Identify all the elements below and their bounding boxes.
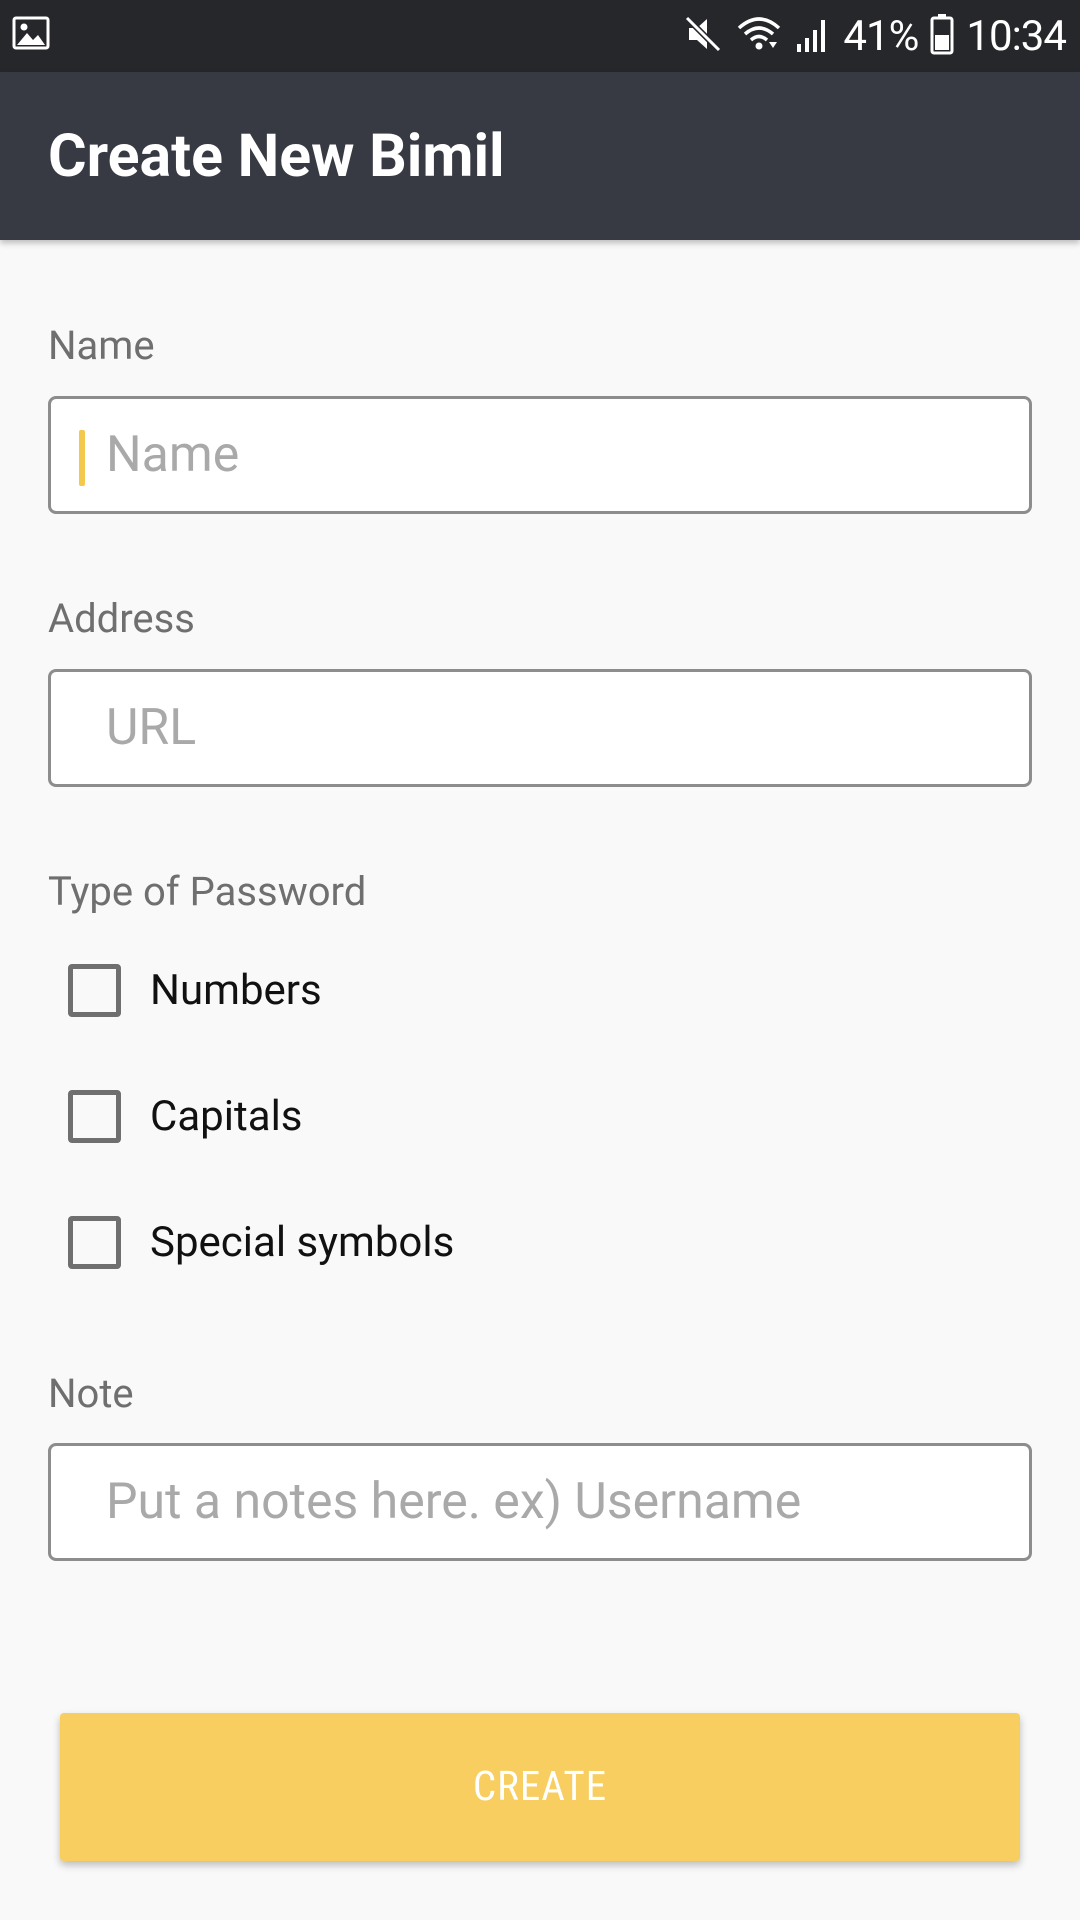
capitals-checkbox[interactable] [68, 1089, 121, 1143]
signal-icon [795, 14, 831, 58]
numbers-label: Numbers [150, 965, 322, 1015]
battery-percent: 41% [843, 11, 919, 61]
note-label: Note [48, 1370, 134, 1417]
password-type-label: Type of Password [48, 868, 367, 915]
name-label: Name [48, 322, 155, 369]
special-symbols-label: Special symbols [150, 1217, 455, 1267]
address-label: Address [48, 595, 195, 642]
name-field[interactable] [48, 396, 1032, 514]
image-icon [12, 16, 50, 54]
page-title: Create New Bimil [48, 122, 505, 191]
note-field[interactable] [48, 1443, 1032, 1561]
special-symbols-checkbox[interactable] [68, 1215, 121, 1269]
note-input[interactable] [51, 1446, 1029, 1558]
clock: 10:34 [966, 11, 1067, 61]
capitals-option[interactable]: Capitals [68, 1086, 302, 1146]
numbers-option[interactable]: Numbers [68, 960, 322, 1020]
wifi-icon [735, 14, 783, 58]
status-bar: 41% 10:34 [0, 0, 1080, 72]
url-input[interactable] [51, 672, 1029, 784]
status-icons: 41% 10:34 [683, 0, 1067, 72]
create-button[interactable]: CREATE [60, 1713, 1020, 1861]
numbers-checkbox[interactable] [68, 963, 121, 1017]
name-input[interactable] [51, 399, 1029, 511]
special-symbols-option[interactable]: Special symbols [68, 1212, 454, 1272]
app-bar: Create New Bimil [0, 72, 1080, 240]
address-field[interactable] [48, 669, 1032, 787]
battery-icon [930, 13, 954, 59]
capitals-label: Capitals [150, 1091, 303, 1141]
mute-icon [683, 14, 723, 58]
